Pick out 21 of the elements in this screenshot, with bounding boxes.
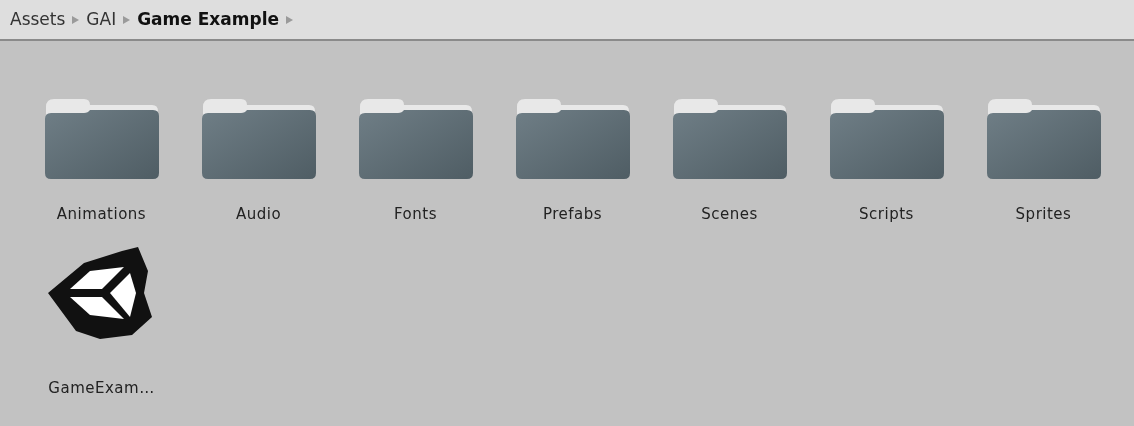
asset-label[interactable]: Sprites	[1015, 203, 1072, 226]
breadcrumb-item[interactable]: Assets	[10, 6, 66, 33]
breadcrumb-item[interactable]: GAI	[86, 6, 117, 33]
folder-icon	[828, 97, 945, 181]
folder-icon	[357, 97, 474, 181]
folder-icon	[671, 97, 788, 181]
asset-label[interactable]: GameExam…	[48, 377, 155, 400]
triangle-icon	[72, 15, 80, 24]
asset-label[interactable]: Audio	[235, 203, 282, 226]
folder-icon	[985, 97, 1102, 181]
asset-label[interactable]: Animations	[56, 203, 147, 226]
asset-label[interactable]: Fonts	[394, 203, 437, 226]
triangle-icon	[286, 15, 294, 24]
asset-label[interactable]: Scripts	[859, 203, 914, 226]
folder-icon	[200, 97, 317, 181]
folder-icon	[514, 97, 631, 181]
folder-icon	[43, 97, 160, 181]
triangle-icon	[123, 15, 131, 24]
breadcrumb-item[interactable]: Game Example	[137, 6, 280, 33]
asset-label[interactable]: Scenes	[701, 203, 758, 226]
asset-label[interactable]: Prefabs	[542, 203, 603, 226]
